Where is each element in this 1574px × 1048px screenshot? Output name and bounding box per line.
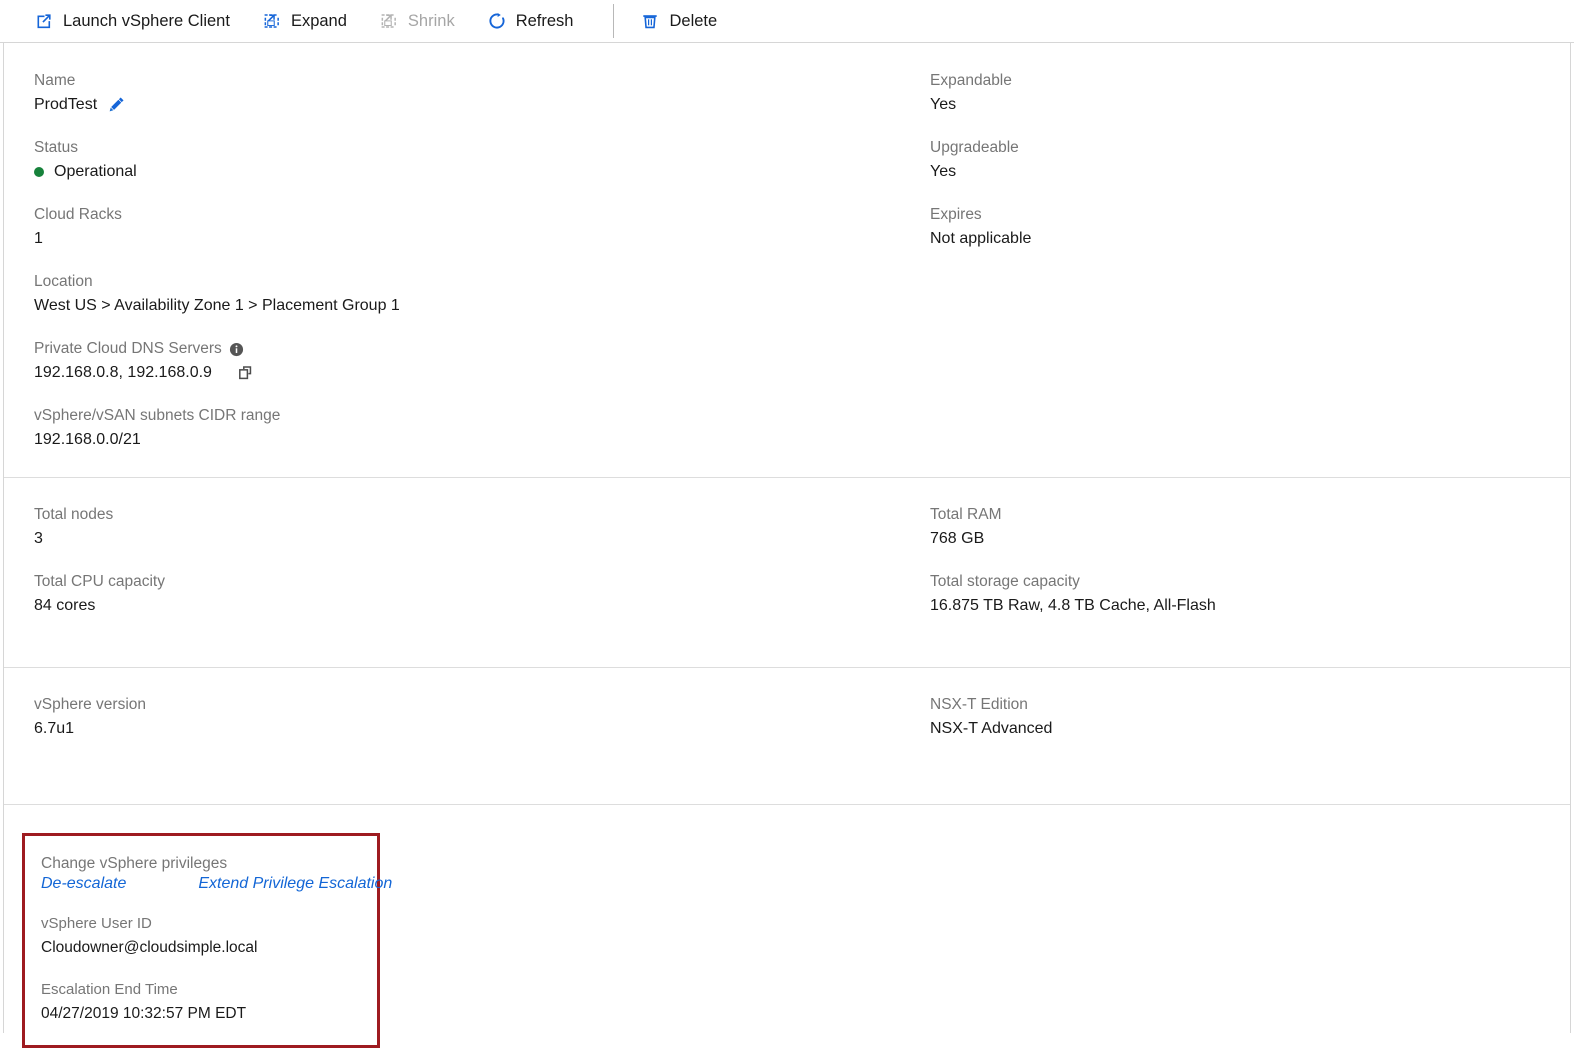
info-icon[interactable] <box>229 342 244 357</box>
field-total-storage-label: Total storage capacity <box>930 573 1080 590</box>
change-privileges-label: Change vSphere privileges <box>41 855 228 872</box>
edit-pencil-icon[interactable] <box>107 95 126 114</box>
field-name-label: Name <box>34 72 76 89</box>
field-total-storage-value: 16.875 TB Raw, 4.8 TB Cache, All-Flash <box>930 597 1216 614</box>
capacity-left-column: Total nodes 3 Total CPU capacity 84 core… <box>4 505 916 617</box>
field-total-storage: Total storage capacity 16.875 TB Raw, 4.… <box>930 572 1570 617</box>
overview-right-column: Expandable Yes Upgradeable Yes Expires N… <box>916 71 1570 451</box>
field-dns-servers-value-row: 192.168.0.8, 192.168.0.9 <box>34 361 916 384</box>
external-link-icon <box>34 11 54 31</box>
field-location-label: Location <box>34 273 93 290</box>
delete-label: Delete <box>669 11 718 30</box>
expand-icon <box>262 11 282 31</box>
field-cidr-range-value: 192.168.0.0/21 <box>34 431 141 448</box>
privileges-section: Change vSphere privileges De-escalate Ex… <box>4 805 1570 1048</box>
launch-vsphere-client-label: Launch vSphere Client <box>63 11 230 30</box>
field-escalation-end-time-value: 04/27/2019 10:32:57 PM EDT <box>41 1005 247 1022</box>
field-expires: Expires Not applicable <box>930 205 1570 250</box>
field-dns-servers-label: Private Cloud DNS Servers <box>34 340 222 357</box>
versions-section: vSphere version 6.7u1 NSX-T Edition NSX-… <box>4 668 1570 805</box>
copy-icon[interactable] <box>236 363 255 382</box>
toolbar-separator <box>613 4 615 38</box>
privileges-highlight-box: Change vSphere privileges De-escalate Ex… <box>22 833 392 1048</box>
field-escalation-end-time-label: Escalation End Time <box>41 981 178 998</box>
field-total-nodes-value: 3 <box>34 530 43 547</box>
field-upgradeable-label: Upgradeable <box>930 139 1019 156</box>
field-vsphere-user-id-value: Cloudowner@cloudsimple.local <box>41 939 258 956</box>
field-total-nodes-label: Total nodes <box>34 506 114 523</box>
shrink-icon <box>379 11 399 31</box>
field-total-ram-value: 768 GB <box>930 530 985 547</box>
field-nsxt-edition: NSX-T Edition NSX-T Advanced <box>930 695 1570 740</box>
refresh-label: Refresh <box>515 11 574 30</box>
capacity-right-column: Total RAM 768 GB Total storage capacity … <box>916 505 1570 617</box>
field-escalation-end-time: Escalation End Time 04/27/2019 10:32:57 … <box>41 980 361 1025</box>
versions-left-column: vSphere version 6.7u1 <box>4 695 916 740</box>
field-name-value: ProdTest <box>34 96 98 113</box>
field-total-cpu: Total CPU capacity 84 cores <box>34 572 916 617</box>
overview-section: Name ProdTest Status Operational Cloud R… <box>4 43 1570 478</box>
versions-right-column: NSX-T Edition NSX-T Advanced <box>916 695 1570 740</box>
trash-icon <box>640 11 660 31</box>
field-name-value-row: ProdTest <box>34 93 916 116</box>
field-nsxt-edition-label: NSX-T Edition <box>930 696 1028 713</box>
detail-panel: Name ProdTest Status Operational Cloud R… <box>3 43 1571 1048</box>
field-vsphere-version-value: 6.7u1 <box>34 720 75 737</box>
field-cloud-racks-value: 1 <box>34 230 43 247</box>
field-upgradeable: Upgradeable Yes <box>930 138 1570 183</box>
field-upgradeable-value: Yes <box>930 163 957 180</box>
field-total-nodes: Total nodes 3 <box>34 505 916 550</box>
status-badge: Operational <box>54 163 137 180</box>
field-dns-servers-label-row: Private Cloud DNS Servers <box>34 339 916 359</box>
field-cloud-racks-label: Cloud Racks <box>34 206 122 223</box>
field-expandable: Expandable Yes <box>930 71 1570 116</box>
private-cloud-detail-page: Launch vSphere Client Expand Shrink Refr… <box>0 0 1574 1048</box>
field-status: Status Operational <box>34 138 916 183</box>
capacity-section: Total nodes 3 Total CPU capacity 84 core… <box>4 478 1570 668</box>
field-expandable-label: Expandable <box>930 72 1012 89</box>
overview-left-column: Name ProdTest Status Operational Cloud R… <box>4 71 916 451</box>
field-status-label: Status <box>34 139 78 156</box>
refresh-icon <box>487 11 507 31</box>
field-vsphere-version-label: vSphere version <box>34 696 147 713</box>
de-escalate-link[interactable]: De-escalate <box>41 875 126 893</box>
expand-button[interactable]: Expand <box>262 7 361 35</box>
delete-button[interactable]: Delete <box>640 7 731 35</box>
field-expandable-value: Yes <box>930 96 957 113</box>
field-location: Location West US > Availability Zone 1 >… <box>34 272 916 317</box>
field-dns-servers-value: 192.168.0.8, 192.168.0.9 <box>34 364 212 381</box>
refresh-button[interactable]: Refresh <box>487 7 588 35</box>
field-dns-servers: Private Cloud DNS Servers 192.168.0.8, 1… <box>34 339 916 384</box>
field-vsphere-version: vSphere version 6.7u1 <box>34 695 916 740</box>
field-cloud-racks: Cloud Racks 1 <box>34 205 916 250</box>
field-vsphere-user-id-label: vSphere User ID <box>41 915 152 932</box>
extend-privilege-escalation-link[interactable]: Extend Privilege Escalation <box>198 875 392 893</box>
field-cidr-range: vSphere/vSAN subnets CIDR range 192.168.… <box>34 406 916 451</box>
field-total-cpu-label: Total CPU capacity <box>34 573 165 590</box>
field-cidr-range-label: vSphere/vSAN subnets CIDR range <box>34 407 281 424</box>
field-nsxt-edition-value: NSX-T Advanced <box>930 720 1053 737</box>
shrink-label: Shrink <box>407 11 455 30</box>
field-status-value-row: Operational <box>34 160 916 183</box>
field-total-ram-label: Total RAM <box>930 506 1002 523</box>
field-expires-value: Not applicable <box>930 230 1032 247</box>
status-dot-icon <box>34 166 44 177</box>
expand-label: Expand <box>290 11 347 30</box>
field-location-value: West US > Availability Zone 1 > Placemen… <box>34 297 400 314</box>
field-total-cpu-value: 84 cores <box>34 597 96 614</box>
field-name: Name ProdTest <box>34 71 916 116</box>
field-vsphere-user-id: vSphere User ID Cloudowner@cloudsimple.l… <box>41 914 361 959</box>
privilege-links: De-escalate Extend Privilege Escalation <box>41 875 392 893</box>
action-toolbar: Launch vSphere Client Expand Shrink Refr… <box>0 0 1574 43</box>
launch-vsphere-client-button[interactable]: Launch vSphere Client <box>34 7 244 35</box>
field-expires-label: Expires <box>930 206 982 223</box>
field-total-ram: Total RAM 768 GB <box>930 505 1570 550</box>
change-privileges-group: Change vSphere privileges De-escalate Ex… <box>41 854 392 893</box>
shrink-button[interactable]: Shrink <box>379 7 469 35</box>
